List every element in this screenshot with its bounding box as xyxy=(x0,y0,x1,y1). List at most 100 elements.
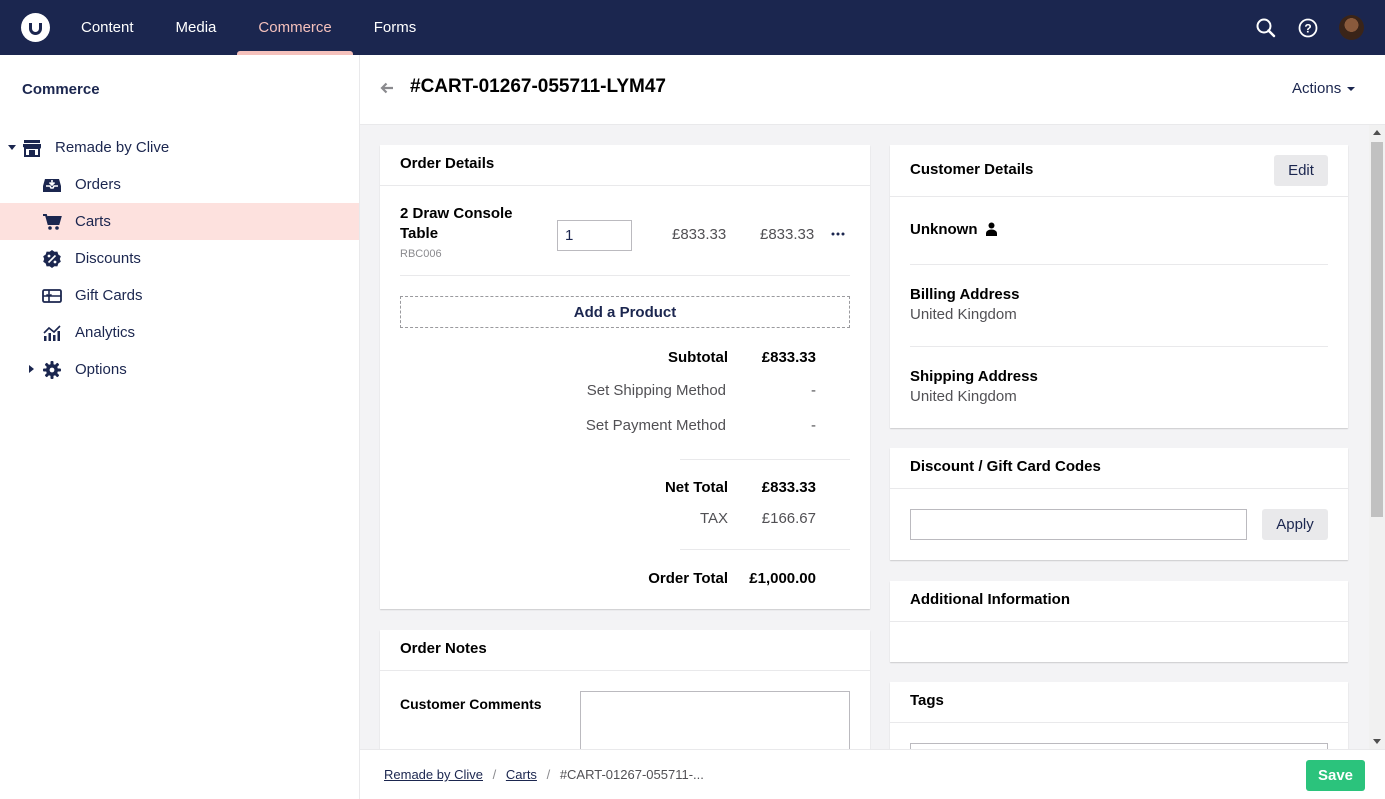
subtotal-label: Subtotal xyxy=(668,349,728,366)
search-icon[interactable] xyxy=(1255,17,1277,39)
card-title: Discount / Gift Card Codes xyxy=(910,458,1101,475)
card-header: Order Details xyxy=(380,145,870,186)
edit-customer-button[interactable]: Edit xyxy=(1274,155,1328,186)
scroll-up-icon[interactable] xyxy=(1373,130,1381,135)
page-title: #CART-01267-055711-LYM47 xyxy=(410,76,666,97)
nav-commerce[interactable]: Commerce xyxy=(237,0,354,55)
net-total-label: Net Total xyxy=(664,479,728,496)
sidebar-item-analytics[interactable]: Analytics xyxy=(0,314,359,351)
tax-value: £166.67 xyxy=(761,510,816,527)
add-product-button[interactable]: Add a Product xyxy=(400,296,850,328)
divider xyxy=(680,549,850,550)
user-icon xyxy=(986,222,997,236)
card-header: Tags xyxy=(890,682,1348,723)
caret-down-icon xyxy=(1347,87,1356,92)
sidebar-tree: Remade by Clive Orders Carts Discounts G… xyxy=(0,129,359,388)
nav-forms[interactable]: Forms xyxy=(353,0,438,55)
card-header: Order Notes xyxy=(380,630,870,671)
customer-comments-textarea[interactable] xyxy=(580,691,850,749)
sidebar-title: Commerce xyxy=(22,81,100,98)
tags-card: Tags xyxy=(890,682,1348,749)
nav-content[interactable]: Content xyxy=(60,0,155,55)
actions-dropdown[interactable]: Actions xyxy=(1292,80,1356,97)
unit-price: £833.33 xyxy=(672,226,727,243)
billing-address-label: Billing Address xyxy=(910,286,1020,303)
analytics-icon xyxy=(43,325,61,341)
product-name-line2: Table xyxy=(400,225,439,242)
discount-codes-card: Discount / Gift Card Codes Apply xyxy=(890,448,1348,560)
product-name[interactable]: 2 Draw Console xyxy=(400,205,513,222)
card-title: Order Notes xyxy=(400,640,487,657)
subtotal-value: £833.33 xyxy=(761,349,816,366)
sidebar-item-orders[interactable]: Orders xyxy=(0,166,359,203)
card-title: Tags xyxy=(910,692,944,709)
customer-name: Unknown xyxy=(910,221,978,238)
order-details-card: Order Details 2 Draw Console Table RBC00… xyxy=(380,145,870,609)
set-payment-method-link[interactable]: Set Payment Method xyxy=(586,417,726,434)
net-total-value: £833.33 xyxy=(761,479,816,496)
set-shipping-method-link[interactable]: Set Shipping Method xyxy=(587,382,726,399)
sidebar-item-store[interactable]: Remade by Clive xyxy=(0,129,359,166)
breadcrumb-store-link[interactable]: Remade by Clive xyxy=(384,767,483,782)
scroll-down-icon[interactable] xyxy=(1373,739,1381,744)
sidebar-item-label: Orders xyxy=(75,176,121,193)
sidebar-item-options[interactable]: Options xyxy=(0,351,359,388)
umbraco-logo[interactable] xyxy=(21,13,50,42)
card-title: Customer Details xyxy=(910,161,1034,178)
customer-details-card: Customer Details Edit Unknown Billing Ad… xyxy=(890,145,1348,428)
store-label: Remade by Clive xyxy=(55,139,170,156)
sidebar: Commerce Remade by Clive Orders Carts Di… xyxy=(0,55,360,799)
main-nav: Content Media Commerce Forms xyxy=(60,0,437,55)
caret-down-icon[interactable] xyxy=(8,145,16,150)
billing-address-value: United Kingdom xyxy=(910,306,1017,323)
breadcrumb-separator: / xyxy=(546,767,551,782)
card-title: Order Details xyxy=(400,155,495,172)
nav-media[interactable]: Media xyxy=(155,0,238,55)
quantity-input[interactable]: 1 xyxy=(557,220,632,251)
caret-right-icon[interactable] xyxy=(29,365,34,373)
scrollbar[interactable] xyxy=(1369,125,1385,749)
additional-info-card: Additional Information xyxy=(890,581,1348,662)
order-total-value: £1,000.00 xyxy=(749,570,816,587)
breadcrumb-separator: / xyxy=(492,767,497,782)
shipping-address-value: United Kingdom xyxy=(910,388,1017,405)
breadcrumb-current: #CART-01267-055711-... xyxy=(559,767,704,782)
breadcrumb-carts-link[interactable]: Carts xyxy=(506,767,537,782)
user-avatar[interactable] xyxy=(1339,15,1364,40)
actions-label: Actions xyxy=(1292,80,1342,97)
payment-value: - xyxy=(811,417,816,434)
editor-footer: Remade by Clive / Carts / #CART-01267-05… xyxy=(360,749,1385,799)
gift-card-icon xyxy=(42,289,62,303)
sidebar-item-label: Discounts xyxy=(75,250,141,267)
divider xyxy=(400,275,850,276)
card-title: Additional Information xyxy=(910,591,1070,608)
card-header: Additional Information xyxy=(890,581,1348,622)
cart-icon xyxy=(43,214,62,230)
save-button[interactable]: Save xyxy=(1306,760,1365,791)
divider xyxy=(680,459,850,460)
card-header: Discount / Gift Card Codes xyxy=(890,448,1348,489)
gear-icon xyxy=(43,361,61,379)
sidebar-item-discounts[interactable]: Discounts xyxy=(0,240,359,277)
svg-text:?: ? xyxy=(1304,22,1311,36)
apply-button[interactable]: Apply xyxy=(1262,509,1328,540)
sidebar-item-gift-cards[interactable]: Gift Cards xyxy=(0,277,359,314)
shipping-address-label: Shipping Address xyxy=(910,368,1038,385)
inbox-icon xyxy=(43,179,61,192)
help-icon[interactable]: ? xyxy=(1297,17,1319,39)
divider xyxy=(910,264,1328,265)
discount-code-input[interactable] xyxy=(910,509,1247,540)
sidebar-item-label: Options xyxy=(75,361,127,378)
card-header: Customer Details Edit xyxy=(890,145,1348,197)
breadcrumb: Remade by Clive / Carts / #CART-01267-05… xyxy=(384,767,704,782)
tax-label: TAX xyxy=(699,510,728,527)
back-arrow-icon[interactable] xyxy=(379,80,395,96)
divider xyxy=(910,346,1328,347)
sidebar-item-carts[interactable]: Carts xyxy=(0,203,359,240)
store-icon xyxy=(23,140,41,157)
shipping-value: - xyxy=(811,382,816,399)
more-options-icon[interactable] xyxy=(831,232,845,236)
order-notes-card: Order Notes Customer Comments xyxy=(380,630,870,749)
scroll-thumb[interactable] xyxy=(1371,142,1383,517)
sidebar-item-label: Gift Cards xyxy=(75,287,143,304)
